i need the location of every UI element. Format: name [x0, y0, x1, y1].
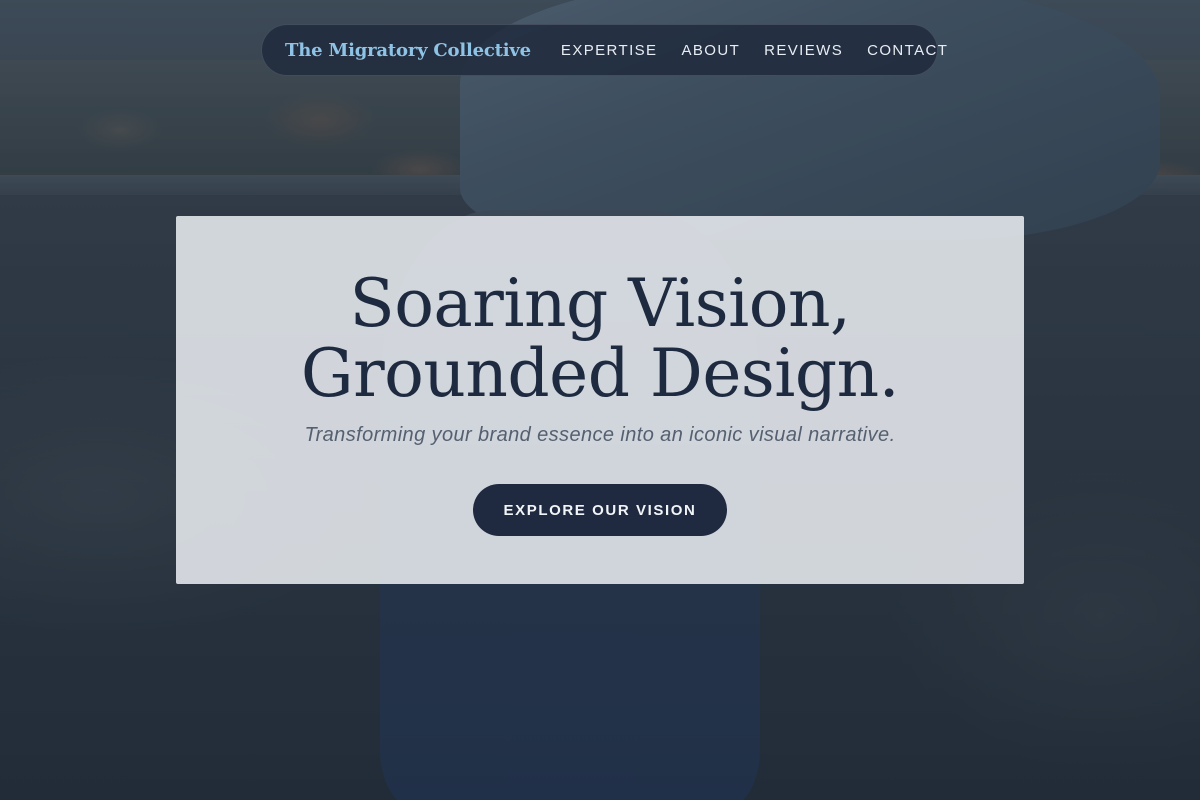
brand-logo-link[interactable]: The Migratory Collective: [285, 40, 531, 61]
nav-link-expertise[interactable]: EXPERTISE: [561, 42, 658, 59]
hero-title-line-2: Grounded Design.: [300, 335, 900, 412]
nav-link-about[interactable]: ABOUT: [681, 42, 740, 59]
nav-link-reviews[interactable]: REVIEWS: [764, 42, 843, 59]
nav-links: EXPERTISE ABOUT REVIEWS CONTACT: [561, 42, 948, 59]
nav-link-contact[interactable]: CONTACT: [867, 42, 948, 59]
hero-title-line-1: Soaring Vision,: [349, 265, 851, 342]
hero-card: Soaring Vision, Grounded Design. Transfo…: [176, 216, 1024, 584]
top-navigation: The Migratory Collective EXPERTISE ABOUT…: [261, 24, 947, 76]
explore-vision-button[interactable]: EXPLORE OUR VISION: [473, 484, 727, 536]
hero-subtitle: Transforming your brand essence into an …: [304, 424, 896, 446]
